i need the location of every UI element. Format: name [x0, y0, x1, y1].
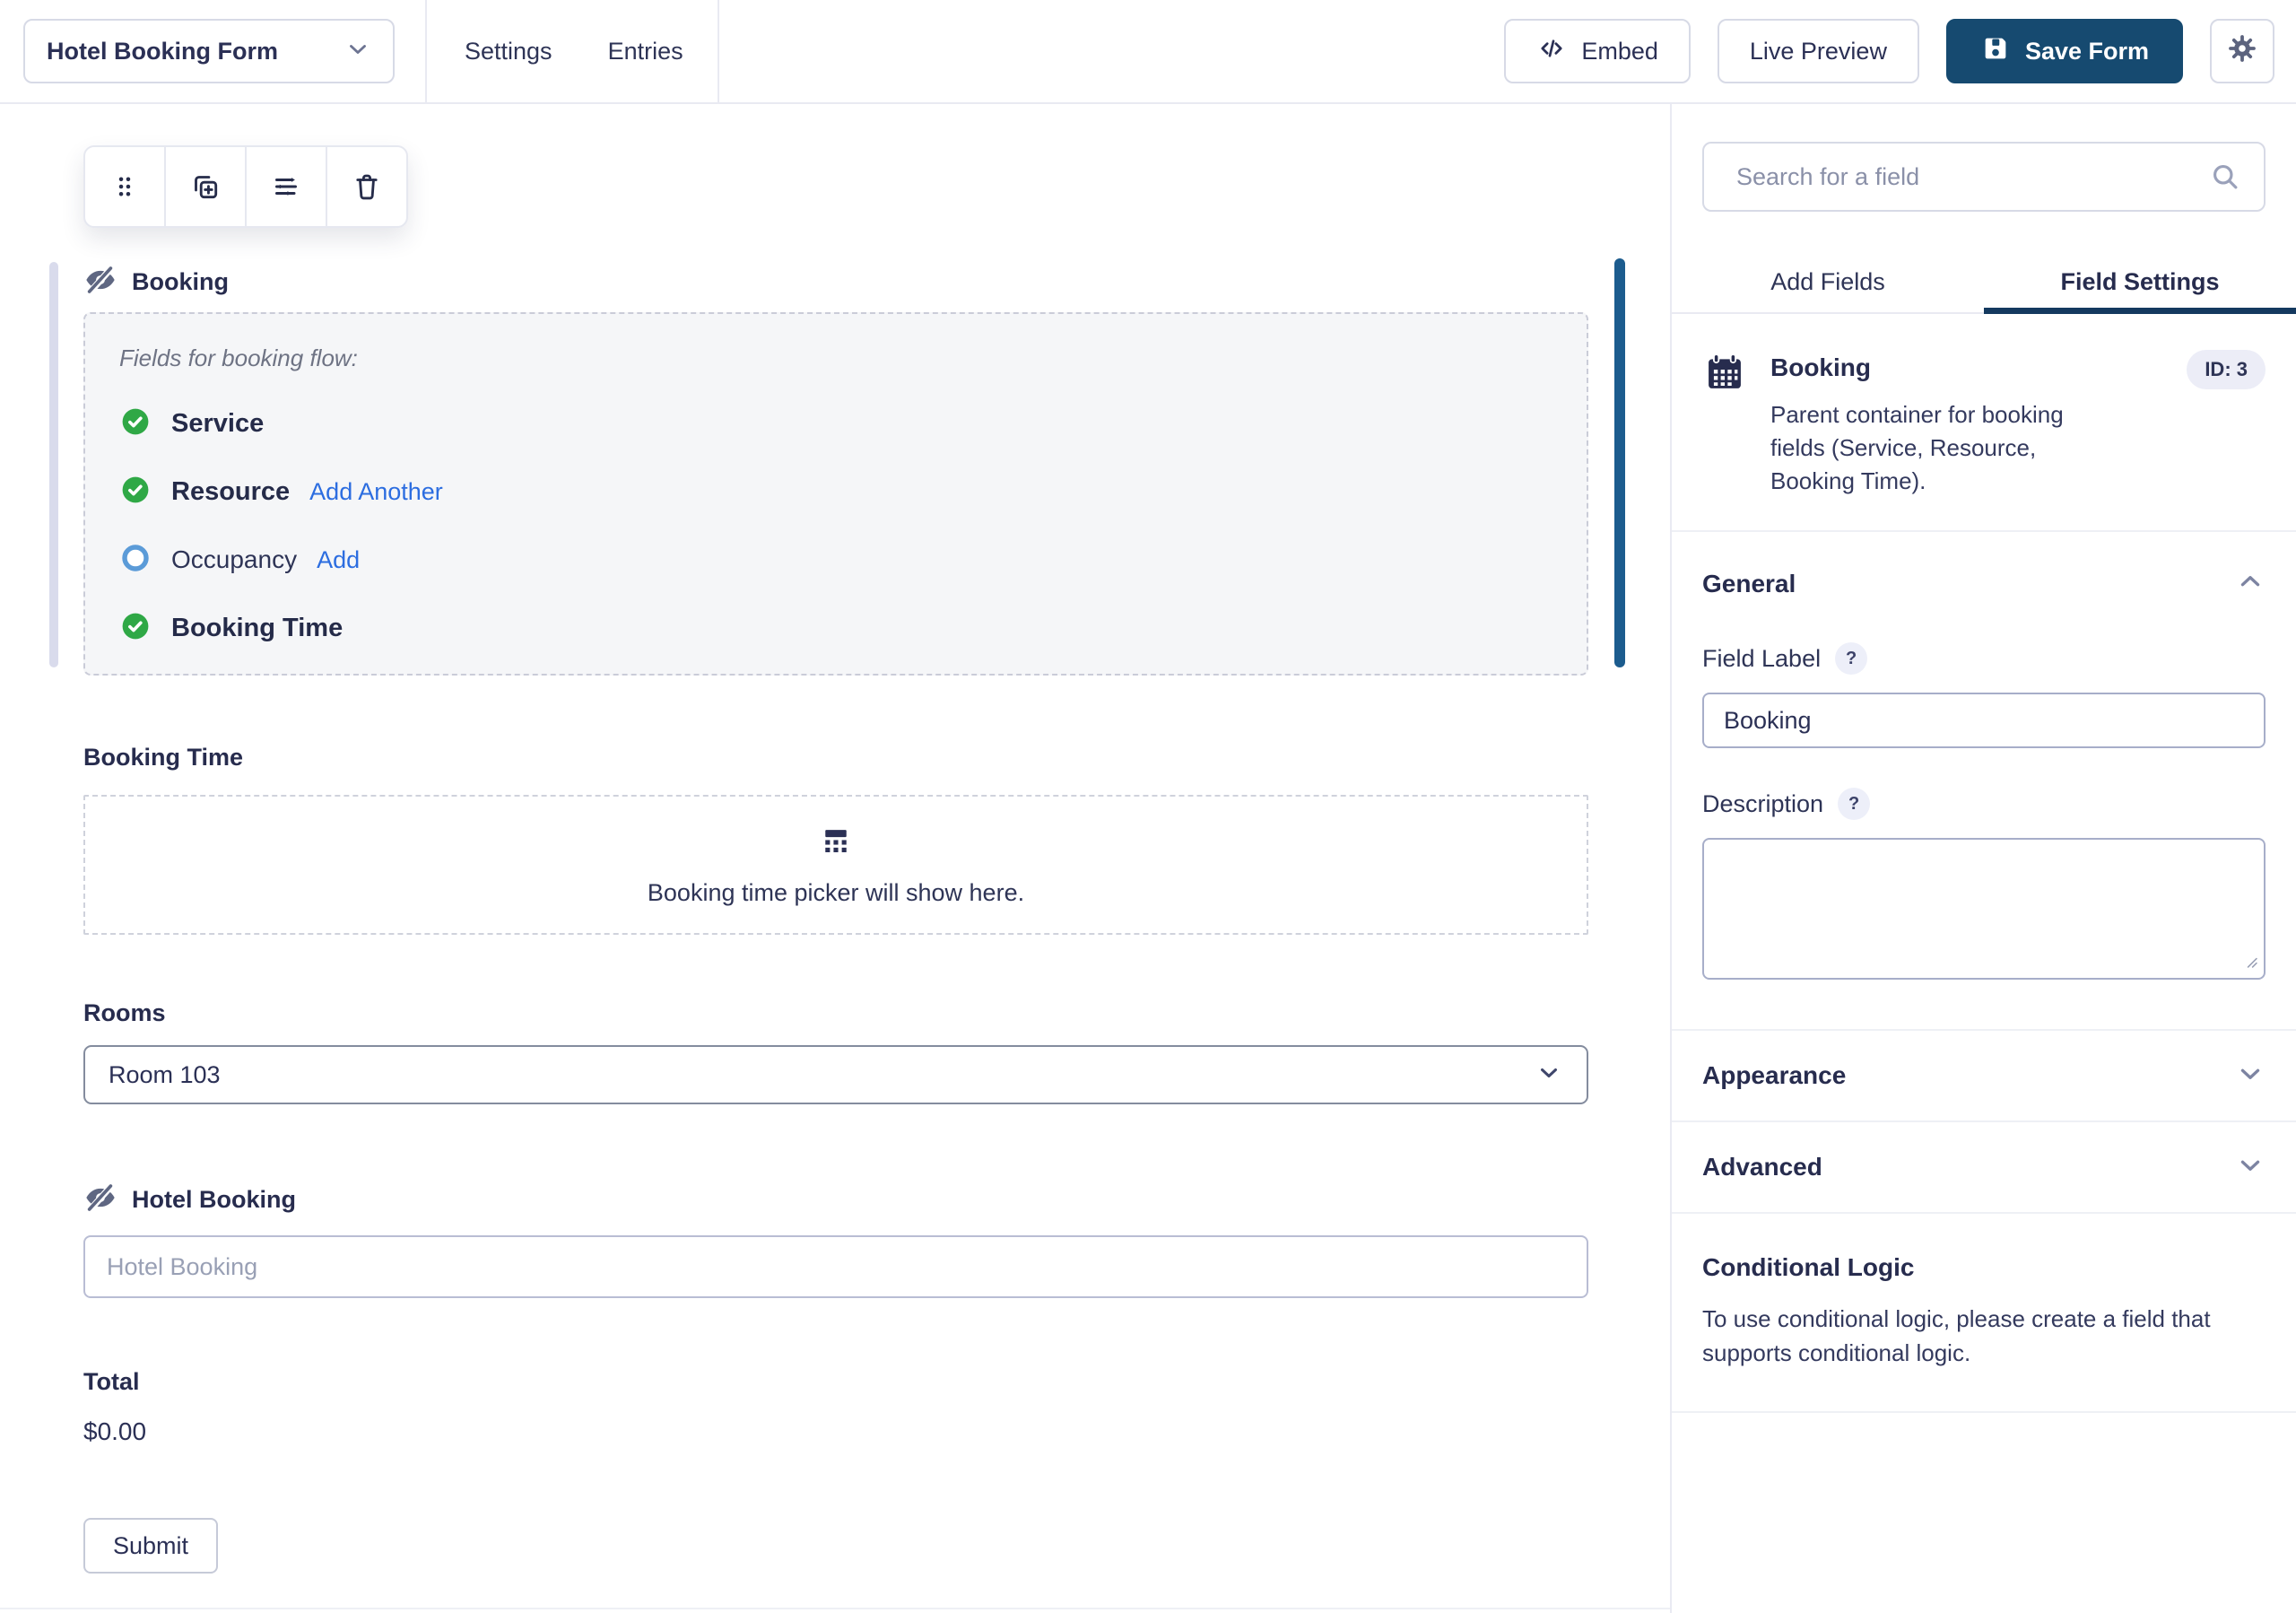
booking-item-service: Service [119, 405, 1551, 442]
field-label-label: Field Label [1702, 645, 1821, 673]
search-input[interactable] [1702, 142, 2266, 212]
booking-flow-hint: Fields for booking flow: [119, 344, 1551, 372]
rooms-select[interactable]: Room 103 [83, 1045, 1588, 1104]
description-label: Description [1702, 790, 1823, 818]
description-help-icon[interactable]: ? [1838, 788, 1870, 820]
drag-handle[interactable] [85, 147, 164, 226]
total-label: Total [83, 1368, 1588, 1396]
submit-button[interactable]: Submit [83, 1518, 218, 1574]
total-value: $0.00 [83, 1417, 1588, 1446]
description-textarea[interactable] [1702, 838, 2266, 980]
field-hover-bar [49, 262, 58, 667]
booking-group-field[interactable]: Booking Fields for booking flow: Service… [83, 262, 1588, 676]
live-preview-label: Live Preview [1750, 38, 1887, 65]
rooms-selected-value: Room 103 [109, 1061, 1535, 1089]
add-link[interactable]: Add [317, 546, 360, 574]
gear-icon [2225, 31, 2259, 72]
save-form-label: Save Form [2025, 38, 2149, 65]
duplicate-field-button[interactable] [164, 147, 245, 226]
status-complete-icon [119, 405, 152, 442]
selected-field-indicator [1614, 258, 1625, 667]
sidebar-divider [1672, 1411, 2296, 1413]
sidebar-tabs: Add Fields Field Settings [1672, 251, 2296, 314]
booking-item-booking-time: Booking Time [119, 609, 1551, 647]
form-settings-gear-button[interactable] [2210, 19, 2274, 83]
table-grid-icon [816, 823, 856, 867]
hotel-booking-input[interactable] [83, 1235, 1588, 1298]
field-settings-button[interactable] [245, 147, 326, 226]
chevron-down-icon [344, 36, 371, 67]
live-preview-button[interactable]: Live Preview [1718, 19, 1919, 83]
form-editor-canvas: Booking Fields for booking flow: Service… [0, 104, 1670, 1613]
field-label-help-icon[interactable]: ? [1835, 642, 1867, 675]
chevron-down-icon [2235, 1150, 2266, 1185]
search-icon [2208, 160, 2242, 198]
rooms-label: Rooms [83, 999, 1588, 1027]
embed-label: Embed [1581, 38, 1658, 65]
general-section-title: General [1702, 570, 1796, 598]
chevron-up-icon [2235, 566, 2266, 601]
form-selector-dropdown[interactable]: Hotel Booking Form [23, 19, 395, 83]
advanced-section-title: Advanced [1702, 1153, 1822, 1181]
selected-field-description: Parent container for booking fields (Ser… [1770, 398, 2093, 498]
delete-field-button[interactable] [326, 147, 406, 226]
save-form-button[interactable]: Save Form [1946, 19, 2183, 83]
tab-field-settings[interactable]: Field Settings [1984, 251, 2296, 312]
save-icon [1980, 33, 2011, 70]
embed-button[interactable]: Embed [1504, 19, 1691, 83]
appearance-section-toggle[interactable]: Appearance [1702, 1031, 2266, 1120]
field-label-input[interactable] [1702, 693, 2266, 748]
add-another-link[interactable]: Add Another [309, 478, 443, 506]
top-bar: Hotel Booking Form Settings Entries Embe… [0, 0, 2296, 104]
header-nav: Settings Entries [465, 38, 683, 65]
sidebar-divider [1672, 530, 2296, 532]
field-toolbar [83, 145, 408, 228]
booking-group-label: Booking [132, 268, 229, 296]
chevron-down-icon [2235, 1059, 2266, 1094]
hidden-eye-slash-icon [83, 263, 117, 301]
calendar-icon [1702, 350, 1747, 498]
field-settings-sidebar: Add Fields Field Settings Booking Parent… [1670, 104, 2296, 1613]
code-icon [1536, 33, 1567, 70]
status-pending-icon [119, 542, 152, 579]
sidebar-divider [1672, 1212, 2296, 1214]
hidden-eye-slash-icon [83, 1181, 117, 1219]
appearance-section-title: Appearance [1702, 1061, 1846, 1090]
booking-item-resource: Resource Add Another [119, 473, 1551, 510]
nav-settings[interactable]: Settings [465, 38, 552, 65]
canvas-bottom-border [0, 1608, 1670, 1609]
booking-group-container: Fields for booking flow: Service Resourc… [83, 312, 1588, 676]
hotel-booking-label: Hotel Booking [132, 1186, 296, 1214]
tab-add-fields[interactable]: Add Fields [1672, 251, 1984, 312]
selected-field-info: Booking Parent container for booking fie… [1702, 350, 2266, 498]
general-section-toggle[interactable]: General [1702, 566, 2266, 601]
submit-label: Submit [113, 1532, 188, 1560]
header-divider [425, 0, 427, 102]
header-actions: Embed Live Preview Save Form [1504, 19, 2296, 83]
booking-time-placeholder-text: Booking time picker will show here. [648, 879, 1024, 907]
selected-field-title: Booking [1770, 353, 2163, 382]
header-divider [718, 0, 719, 102]
chevron-down-icon [1535, 1059, 1563, 1092]
field-id-badge: ID: 3 [2187, 350, 2266, 389]
nav-entries[interactable]: Entries [608, 38, 683, 65]
advanced-section-toggle[interactable]: Advanced [1702, 1122, 2266, 1212]
booking-time-label: Booking Time [83, 744, 1588, 772]
status-complete-icon [119, 610, 152, 647]
form-title: Hotel Booking Form [47, 38, 344, 65]
booking-time-field[interactable]: Booking time picker will show here. [83, 795, 1588, 935]
conditional-logic-message: To use conditional logic, please create … [1702, 1302, 2266, 1370]
conditional-logic-title: Conditional Logic [1702, 1253, 2266, 1282]
status-complete-icon [119, 474, 152, 510]
booking-item-occupancy: Occupancy Add [119, 541, 1551, 579]
